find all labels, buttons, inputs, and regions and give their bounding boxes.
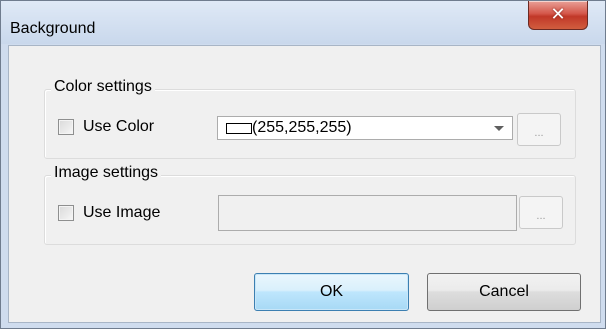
image-path-field[interactable]	[218, 195, 517, 231]
ok-button[interactable]: OK	[254, 273, 409, 311]
use-color-checkbox[interactable]	[58, 119, 74, 135]
dialog-title: Background	[10, 20, 96, 37]
color-browse-button[interactable]: ...	[517, 113, 561, 146]
chevron-down-icon[interactable]	[490, 121, 508, 135]
background-dialog: Background ✕ Color settings Use Color (2…	[0, 0, 606, 329]
use-color-label[interactable]: Use Color	[83, 118, 154, 136]
image-settings-label: Image settings	[51, 164, 162, 182]
cancel-button[interactable]: Cancel	[427, 273, 581, 311]
close-icon: ✕	[550, 4, 566, 25]
image-browse-button[interactable]: ...	[519, 196, 563, 229]
color-dropdown[interactable]: (255,255,255)	[217, 116, 513, 140]
color-swatch	[226, 123, 252, 134]
title-bar[interactable]: Background ✕	[1, 1, 605, 44]
color-settings-label: Color settings	[51, 78, 155, 96]
color-value: (255,255,255)	[252, 119, 352, 136]
dialog-body: Color settings Use Color (255,255,255) .…	[8, 45, 601, 323]
use-image-checkbox[interactable]	[58, 205, 74, 221]
use-image-label[interactable]: Use Image	[83, 204, 160, 222]
close-button[interactable]: ✕	[528, 1, 588, 30]
